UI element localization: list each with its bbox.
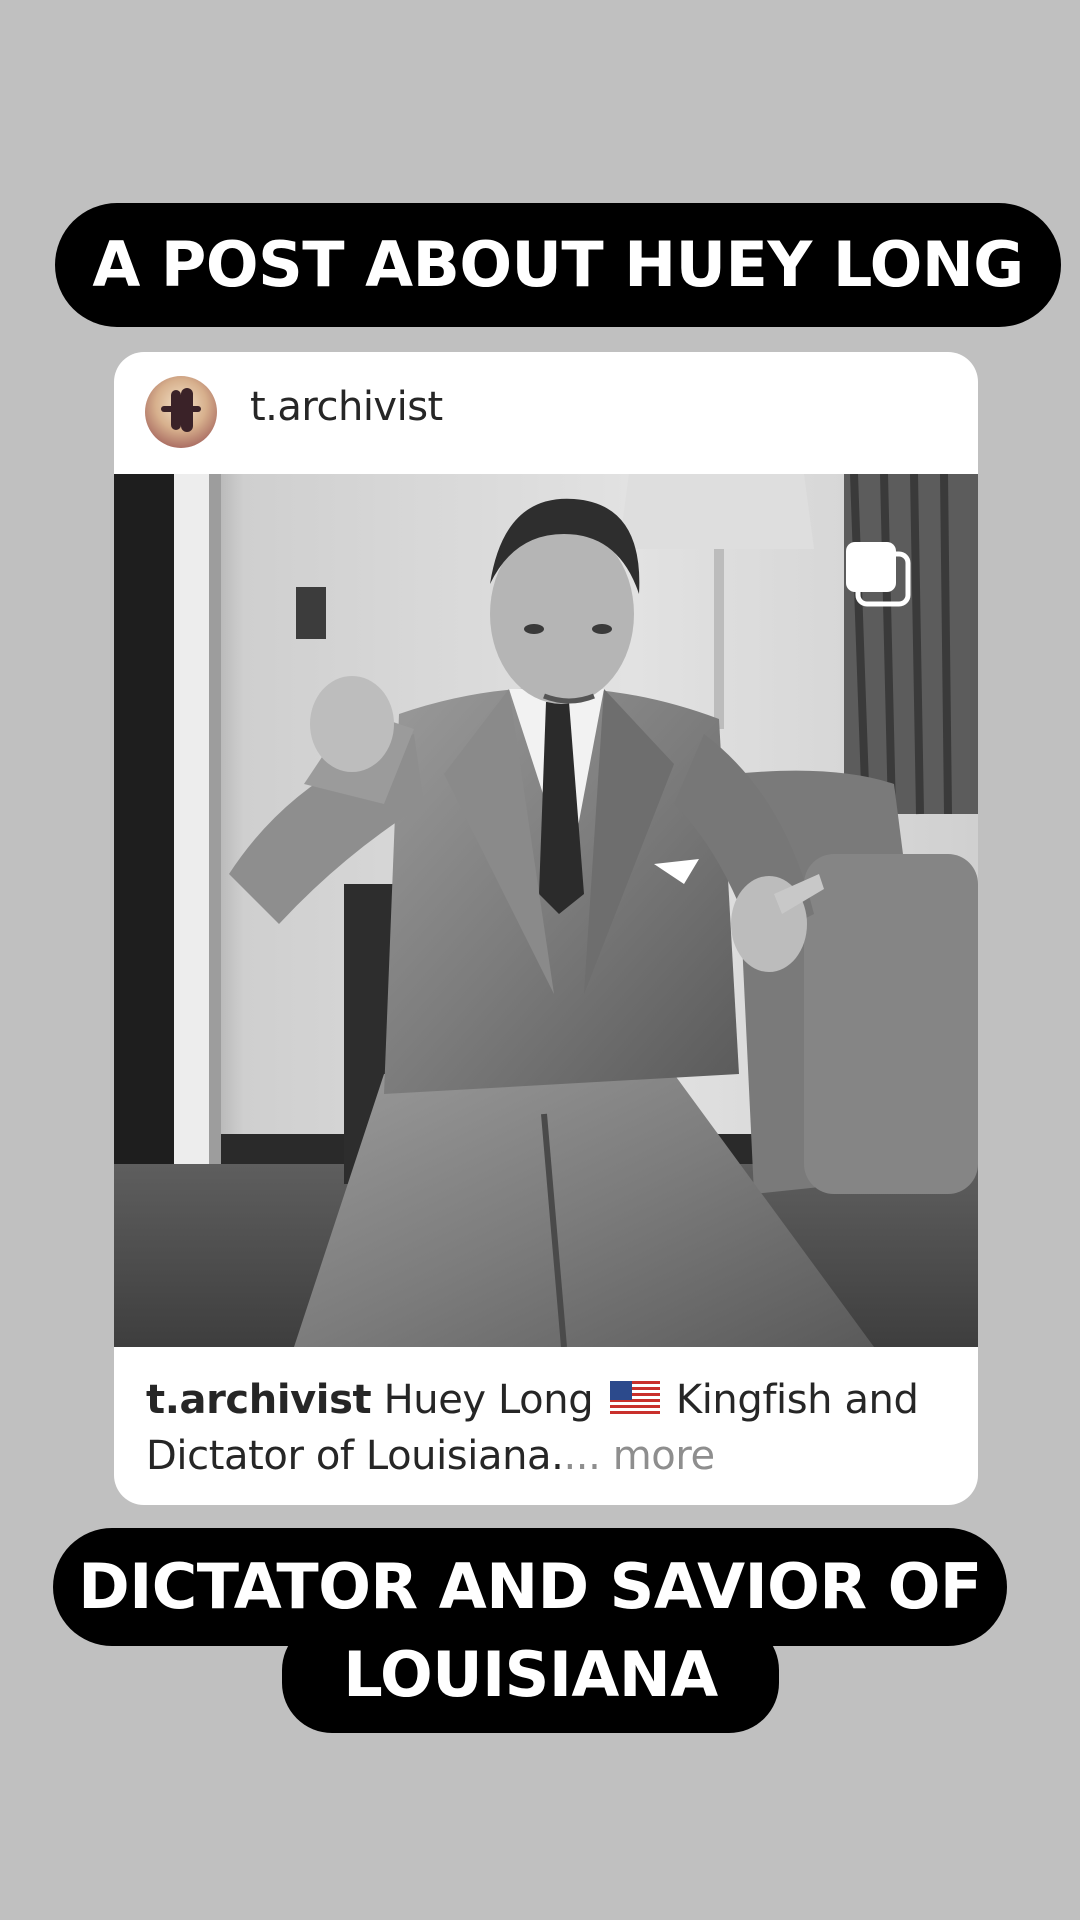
caption-ellipsis: ... xyxy=(563,1433,601,1479)
multiple-images-icon xyxy=(846,542,911,607)
post-card[interactable]: t.archivist t.archivist Huey Long Kingfi… xyxy=(114,352,978,1505)
top-banner-text: A POST ABOUT HUEY LONG xyxy=(92,228,1024,301)
top-banner: A POST ABOUT HUEY LONG xyxy=(55,203,1061,327)
caption-text-line2: Dictator of Louisiana. xyxy=(146,1433,564,1479)
caption-text-mid: Kingfish and xyxy=(675,1377,919,1423)
bottom-banner-line2-text: LOUISIANA xyxy=(343,1638,718,1711)
us-flag-icon xyxy=(609,1381,660,1417)
post-photo[interactable] xyxy=(114,474,978,1347)
post-username[interactable]: t.archivist xyxy=(250,384,443,430)
avatar[interactable] xyxy=(145,376,217,448)
more-link[interactable]: more xyxy=(613,1433,715,1479)
bottom-banner-line1: DICTATOR AND SAVIOR OF xyxy=(53,1528,1007,1646)
caption-username[interactable]: t.archivist xyxy=(146,1377,372,1423)
post-caption: t.archivist Huey Long Kingfish and Dicta… xyxy=(146,1372,956,1484)
bottom-banner-line1-text: DICTATOR AND SAVIOR OF xyxy=(78,1550,982,1623)
post-header: t.archivist xyxy=(114,352,978,474)
caption-text-start: Huey Long xyxy=(383,1377,594,1423)
